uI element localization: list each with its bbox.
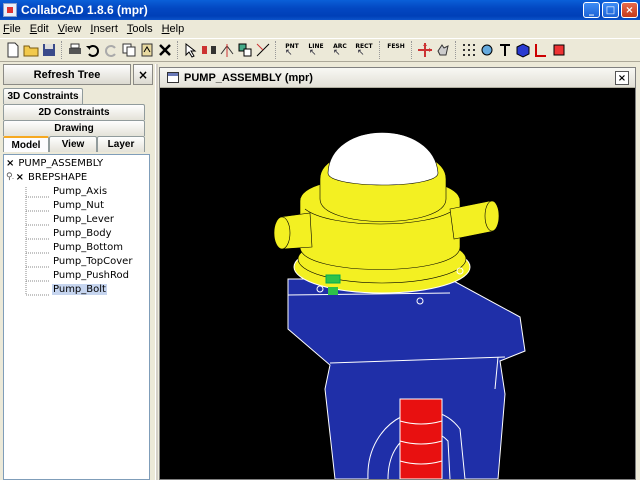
tree-leaf[interactable]: Pump_PushRod: [52, 268, 130, 282]
window-title: CollabCAD 1.8.6 (mpr): [21, 3, 148, 17]
delete-icon[interactable]: [157, 42, 173, 58]
toolbar-separator: [61, 41, 65, 59]
menu-insert[interactable]: Insert: [90, 23, 118, 35]
paste-icon[interactable]: [139, 42, 155, 58]
refresh-row: Refresh Tree ×: [3, 64, 153, 85]
tab-row-4: Model View Layer: [3, 136, 145, 152]
line-tool-button[interactable]: LINE ↖: [305, 42, 327, 58]
mirror-icon[interactable]: [219, 42, 235, 58]
frame-title: PUMP_ASSEMBLY (mpr): [184, 71, 313, 84]
3d-viewport[interactable]: [160, 89, 635, 479]
tree-leaf[interactable]: Pump_Lever: [52, 212, 115, 226]
snap-icon[interactable]: [479, 42, 495, 58]
tree-leaf[interactable]: Pump_Axis: [52, 184, 108, 198]
app-icon: [3, 3, 17, 17]
layer-icon[interactable]: [533, 42, 549, 58]
open-folder-icon[interactable]: [23, 42, 39, 58]
maximize-button[interactable]: □: [602, 2, 619, 18]
minimize-button[interactable]: _: [583, 2, 600, 18]
tree-leaf[interactable]: Pump_Body: [52, 226, 113, 240]
redo-icon[interactable]: [103, 42, 119, 58]
toolbar-separator: [455, 41, 459, 59]
menu-view[interactable]: View: [58, 23, 82, 35]
node-x-icon: ×: [6, 157, 15, 169]
cursor-arrow-icon: ↖: [309, 48, 317, 58]
point-tool-button[interactable]: PNT ↖: [281, 42, 303, 58]
fesh-tool-button[interactable]: FESH: [385, 42, 407, 58]
menu-edit[interactable]: Edit: [30, 23, 49, 35]
trim-icon[interactable]: [255, 42, 271, 58]
close-button[interactable]: ×: [621, 2, 638, 18]
tree-leaf[interactable]: Pump_Nut: [52, 198, 105, 212]
new-file-icon[interactable]: [5, 42, 21, 58]
tree-node-label: BREPSHAPE: [27, 171, 88, 183]
grid-icon[interactable]: [461, 42, 477, 58]
menu-tools[interactable]: Tools: [127, 23, 153, 35]
tab-2d-constraints[interactable]: 2D Constraints: [3, 104, 145, 120]
splitter[interactable]: [155, 64, 158, 480]
copy-icon[interactable]: [121, 42, 137, 58]
toolbar-separator: [379, 41, 383, 59]
tab-3d-constraints[interactable]: 3D Constraints: [3, 88, 83, 104]
tab-view[interactable]: View: [49, 136, 97, 152]
tree-root-label: PUMP_ASSEMBLY: [18, 157, 104, 169]
print-icon[interactable]: [67, 42, 83, 58]
toolbar: PNT ↖ LINE ↖ ARC ↖ RECT ↖ FESH: [0, 38, 640, 62]
viewport-frame: PUMP_ASSEMBLY (mpr) ×: [159, 67, 636, 480]
save-icon[interactable]: [41, 42, 57, 58]
pump-assembly-render: [273, 125, 526, 479]
toolbar-separator: [177, 41, 181, 59]
menu-file[interactable]: File: [3, 23, 21, 35]
cursor-arrow-icon: ↖: [285, 48, 293, 58]
toolbar-separator: [411, 41, 415, 59]
shade-icon[interactable]: [551, 42, 567, 58]
text-icon[interactable]: [497, 42, 513, 58]
tab-drawing[interactable]: Drawing: [3, 120, 145, 136]
model-tree: × PUMP_ASSEMBLY ⚲ × BREPSHAPE Pump_Axis …: [3, 154, 150, 480]
group-icon[interactable]: [237, 42, 253, 58]
tree-root[interactable]: × PUMP_ASSEMBLY: [6, 156, 103, 170]
menu-help[interactable]: Help: [162, 23, 185, 35]
tab-layer[interactable]: Layer: [97, 136, 145, 152]
pan-icon[interactable]: [435, 42, 451, 58]
undo-icon[interactable]: [85, 42, 101, 58]
cube-icon[interactable]: [515, 42, 531, 58]
tree-leaf-selected[interactable]: Pump_Bolt: [52, 282, 107, 296]
dimension-icon[interactable]: [201, 42, 217, 58]
window-controls: _ □ ×: [583, 2, 638, 18]
cursor-arrow-icon: ↖: [357, 48, 365, 58]
menu-bar: File Edit View Insert Tools Help: [0, 20, 640, 38]
left-panel: Refresh Tree × 3D Constraints 2D Constra…: [3, 64, 153, 480]
toolbar-separator: [275, 41, 279, 59]
tab-row-1: 3D Constraints: [3, 88, 83, 104]
title-bar: CollabCAD 1.8.6 (mpr) _ □ ×: [0, 0, 640, 20]
expand-toggle-icon[interactable]: ⚲: [6, 172, 13, 182]
tab-row-2: 2D Constraints: [3, 104, 145, 120]
node-x-icon: ×: [15, 171, 24, 183]
close-panel-button[interactable]: ×: [133, 64, 153, 85]
cursor-arrow-icon: ↖: [333, 48, 341, 58]
rect-tool-button[interactable]: RECT ↖: [353, 42, 375, 58]
frame-close-button[interactable]: ×: [615, 71, 629, 85]
frame-window-icon: [167, 72, 179, 83]
move-icon[interactable]: [417, 42, 433, 58]
arc-tool-button[interactable]: ARC ↖: [329, 42, 351, 58]
tab-row-3: Drawing: [3, 120, 145, 136]
frame-title-bar[interactable]: PUMP_ASSEMBLY (mpr) ×: [160, 68, 635, 88]
refresh-tree-button[interactable]: Refresh Tree: [3, 64, 131, 85]
select-icon[interactable]: [183, 42, 199, 58]
tab-model[interactable]: Model: [3, 136, 49, 152]
tree-leaf[interactable]: Pump_Bottom: [52, 240, 124, 254]
tree-node-brepshape[interactable]: ⚲ × BREPSHAPE: [6, 170, 87, 184]
tree-leaf[interactable]: Pump_TopCover: [52, 254, 133, 268]
